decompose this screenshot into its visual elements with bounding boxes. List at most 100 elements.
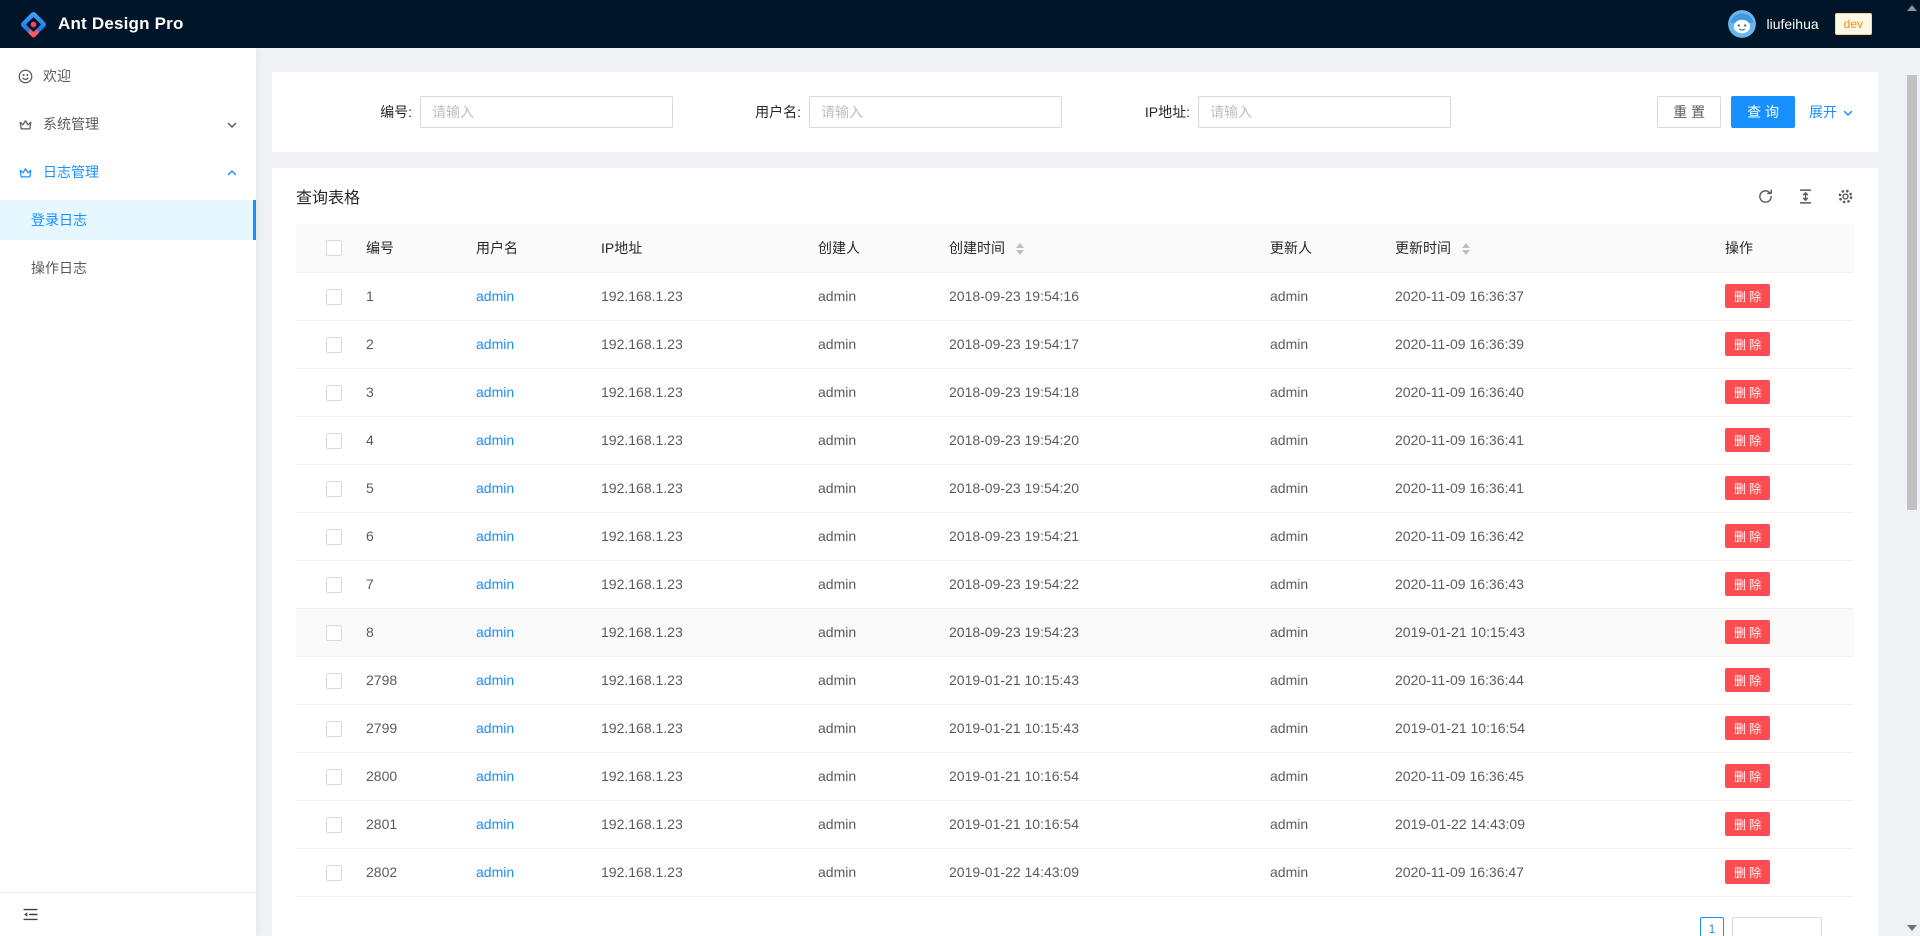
- sidebar-item-system-management[interactable]: 系统管理: [0, 104, 256, 144]
- username-link[interactable]: admin: [476, 336, 514, 352]
- delete-button[interactable]: 删 除: [1725, 860, 1770, 884]
- row-checkbox[interactable]: [326, 481, 342, 497]
- cell-ip: 192.168.1.23: [585, 368, 802, 416]
- page-size-select[interactable]: [1732, 917, 1822, 936]
- pagination: 1: [296, 897, 1822, 936]
- cell-ip: 192.168.1.23: [585, 464, 802, 512]
- crown-icon: [18, 117, 33, 132]
- menu-fold-icon[interactable]: [22, 906, 39, 923]
- table-row: 7 admin 192.168.1.23 admin 2018-09-23 19…: [296, 560, 1854, 608]
- table-header-row: 编号 用户名 IP地址 创建人 创建时间 更新人 更新时间 操作: [296, 224, 1854, 272]
- delete-button[interactable]: 删 除: [1725, 476, 1770, 500]
- cell-updater: admin: [1254, 704, 1379, 752]
- delete-button[interactable]: 删 除: [1725, 428, 1770, 452]
- sidebar-item-login-log[interactable]: 登录日志: [0, 200, 256, 240]
- cell-updated-time: 2019-01-21 10:15:43: [1379, 608, 1709, 656]
- cell-ip: 192.168.1.23: [585, 272, 802, 320]
- table-row: 1 admin 192.168.1.23 admin 2018-09-23 19…: [296, 272, 1854, 320]
- row-checkbox[interactable]: [326, 625, 342, 641]
- cell-ip: 192.168.1.23: [585, 416, 802, 464]
- column-header-created-time[interactable]: 创建时间: [933, 224, 1254, 272]
- env-tag: dev: [1835, 13, 1872, 35]
- expand-link[interactable]: 展开: [1809, 102, 1854, 122]
- sidebar-item-operation-log[interactable]: 操作日志: [0, 248, 256, 288]
- username-input[interactable]: [809, 96, 1062, 128]
- row-checkbox[interactable]: [326, 817, 342, 833]
- scrollbar-down-arrow[interactable]: [1907, 925, 1917, 931]
- vertical-scrollbar: [1904, 0, 1920, 936]
- row-checkbox[interactable]: [326, 433, 342, 449]
- column-header-updated-time[interactable]: 更新时间: [1379, 224, 1709, 272]
- row-checkbox[interactable]: [326, 337, 342, 353]
- cell-updated-time: 2020-11-09 16:36:41: [1379, 416, 1709, 464]
- username-link[interactable]: admin: [476, 816, 514, 832]
- table-row: 2802 admin 192.168.1.23 admin 2019-01-22…: [296, 848, 1854, 896]
- username-link[interactable]: admin: [476, 720, 514, 736]
- cell-updater: admin: [1254, 848, 1379, 896]
- delete-button[interactable]: 删 除: [1725, 380, 1770, 404]
- row-checkbox[interactable]: [326, 529, 342, 545]
- cell-creator: admin: [802, 512, 933, 560]
- cell-updated-time: 2020-11-09 16:36:39: [1379, 320, 1709, 368]
- reload-icon[interactable]: [1757, 188, 1774, 205]
- sidebar-item-log-management[interactable]: 日志管理: [0, 152, 256, 192]
- username-link[interactable]: admin: [476, 384, 514, 400]
- cell-ip: 192.168.1.23: [585, 752, 802, 800]
- username-link[interactable]: admin: [476, 864, 514, 880]
- username-link[interactable]: admin: [476, 768, 514, 784]
- delete-button[interactable]: 删 除: [1725, 812, 1770, 836]
- scrollbar-up-arrow[interactable]: [1907, 5, 1917, 11]
- density-icon[interactable]: [1797, 188, 1814, 205]
- query-button[interactable]: 查 询: [1731, 96, 1795, 128]
- sidebar: 欢迎 系统管理 日志管理 登录日志: [0, 48, 256, 936]
- chevron-down-icon: [226, 118, 238, 130]
- username-link[interactable]: admin: [476, 288, 514, 304]
- row-checkbox[interactable]: [326, 577, 342, 593]
- delete-button[interactable]: 删 除: [1725, 620, 1770, 644]
- username-link[interactable]: admin: [476, 576, 514, 592]
- delete-button[interactable]: 删 除: [1725, 284, 1770, 308]
- row-checkbox[interactable]: [326, 769, 342, 785]
- row-checkbox[interactable]: [326, 673, 342, 689]
- delete-button[interactable]: 删 除: [1725, 524, 1770, 548]
- logo-wrap[interactable]: Ant Design Pro: [20, 11, 184, 38]
- table-row: 2800 admin 192.168.1.23 admin 2019-01-21…: [296, 752, 1854, 800]
- cell-updated-time: 2019-01-21 10:16:54: [1379, 704, 1709, 752]
- sidebar-item-welcome[interactable]: 欢迎: [0, 56, 256, 96]
- cell-created-time: 2018-09-23 19:54:22: [933, 560, 1254, 608]
- user-name[interactable]: liufeihua: [1766, 16, 1818, 32]
- select-all-checkbox[interactable]: [326, 240, 342, 256]
- cell-id: 2801: [350, 800, 460, 848]
- delete-button[interactable]: 删 除: [1725, 332, 1770, 356]
- id-input[interactable]: [420, 96, 673, 128]
- username-link[interactable]: admin: [476, 432, 514, 448]
- username-link[interactable]: admin: [476, 672, 514, 688]
- sorter-icon[interactable]: [1016, 243, 1024, 255]
- delete-button[interactable]: 删 除: [1725, 764, 1770, 788]
- sorter-icon[interactable]: [1462, 243, 1470, 255]
- ip-input[interactable]: [1198, 96, 1451, 128]
- settings-gear-icon[interactable]: [1837, 188, 1854, 205]
- scrollbar-thumb[interactable]: [1907, 75, 1917, 510]
- delete-button[interactable]: 删 除: [1725, 668, 1770, 692]
- cell-updated-time: 2020-11-09 16:36:42: [1379, 512, 1709, 560]
- username-link[interactable]: admin: [476, 528, 514, 544]
- cell-updater: admin: [1254, 512, 1379, 560]
- username-link[interactable]: admin: [476, 624, 514, 640]
- cell-updater: admin: [1254, 560, 1379, 608]
- row-checkbox[interactable]: [326, 721, 342, 737]
- row-checkbox[interactable]: [326, 385, 342, 401]
- sidebar-item-label: 日志管理: [43, 162, 99, 182]
- row-checkbox[interactable]: [326, 289, 342, 305]
- username-link[interactable]: admin: [476, 480, 514, 496]
- user-avatar[interactable]: [1728, 10, 1756, 38]
- reset-button[interactable]: 重 置: [1657, 96, 1721, 128]
- cell-updater: admin: [1254, 752, 1379, 800]
- delete-button[interactable]: 删 除: [1725, 716, 1770, 740]
- cell-ip: 192.168.1.23: [585, 608, 802, 656]
- cell-created-time: 2018-09-23 19:54:20: [933, 464, 1254, 512]
- pagination-page-1[interactable]: 1: [1700, 917, 1724, 936]
- row-checkbox[interactable]: [326, 865, 342, 881]
- cell-updated-time: 2020-11-09 16:36:45: [1379, 752, 1709, 800]
- delete-button[interactable]: 删 除: [1725, 572, 1770, 596]
